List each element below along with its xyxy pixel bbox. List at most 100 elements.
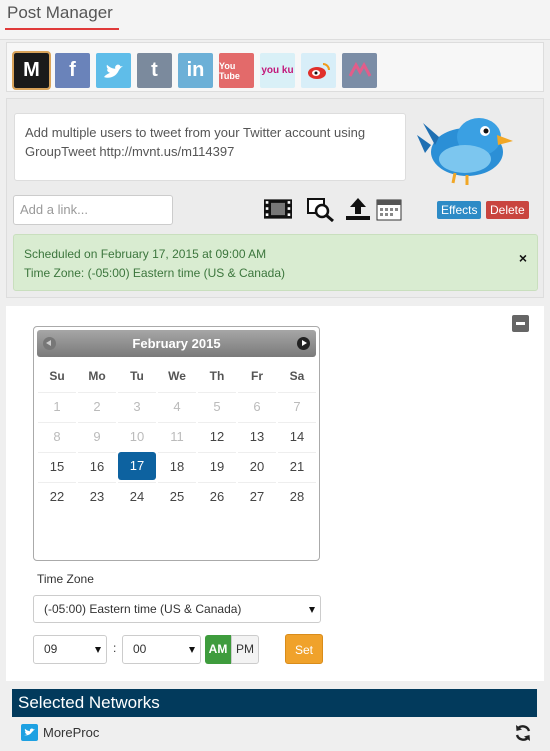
chevron-down-icon — [95, 647, 101, 653]
linkedin-icon[interactable]: in — [178, 53, 213, 88]
weekday-label: Th — [209, 369, 225, 383]
hour-select[interactable]: 09 — [33, 635, 107, 664]
network-account-name: MoreProc — [43, 725, 100, 740]
tumblr-icon[interactable]: t — [137, 53, 172, 88]
timezone-value: (-05:00) Eastern time (US & Canada) — [44, 602, 242, 616]
selected-networks-title: Selected Networks — [12, 689, 537, 717]
weekday-label: We — [168, 369, 186, 383]
calendar-day[interactable]: 23 — [78, 482, 116, 510]
schedule-alert: Scheduled on February 17, 2015 at 09:00 … — [13, 234, 538, 291]
twitter-icon[interactable] — [96, 53, 131, 88]
network-icon-label: f — [69, 59, 76, 81]
network-icon-label: you ku — [261, 65, 294, 76]
minute-select[interactable]: 00 — [122, 635, 201, 664]
calendar-icon[interactable] — [375, 196, 403, 222]
calendar-week-row: 15 16 17 18 19 20 21 — [37, 452, 317, 482]
schedule-timezone-text: Time Zone: (-05:00) Eastern time (US & C… — [24, 266, 285, 280]
calendar-week-row: 1234567 — [37, 392, 317, 422]
calendar-grid: Su Mo Tu We Th Fr Sa 1 2 3 4 5 6 7 8 9 10 11 12 13 14 15 16 17 1… — [37, 360, 317, 512]
chevron-down-icon — [309, 607, 315, 613]
image-search-icon[interactable] — [307, 196, 335, 222]
youtube-icon[interactable]: You Tube — [219, 53, 254, 88]
calendar-day: 1 — [38, 392, 76, 420]
selected-network-row: MoreProc — [12, 719, 537, 747]
weekday-label: Mo — [88, 369, 106, 383]
next-month-icon[interactable] — [297, 337, 310, 350]
weekday-label: Sa — [289, 369, 305, 383]
calendar-day[interactable]: 18 — [158, 452, 196, 480]
twitter-icon — [21, 724, 38, 741]
header: Post Manager — [0, 0, 550, 40]
composer-panel: Add multiple users to tweet from your Tw… — [6, 98, 544, 298]
calendar-day[interactable]: 16 — [78, 452, 116, 480]
calendar-day-selected[interactable]: 17 — [118, 452, 156, 480]
title-underline — [5, 28, 119, 30]
weekday-label: Tu — [130, 369, 144, 383]
calendar-day: 6 — [238, 392, 276, 420]
weekday-label: Su — [49, 369, 65, 383]
calendar-day[interactable]: 15 — [38, 452, 76, 480]
calendar-day[interactable]: 20 — [238, 452, 276, 480]
calendar-day: 4 — [158, 392, 196, 420]
timezone-label: Time Zone — [37, 572, 94, 586]
calendar-day[interactable]: 14 — [278, 422, 316, 450]
link-input[interactable]: Add a link... — [13, 195, 173, 225]
am-toggle[interactable]: AM — [205, 635, 231, 664]
calendar-day[interactable]: 22 — [38, 482, 76, 510]
calendar-day[interactable]: 12 — [198, 422, 236, 450]
calendar-week-row: 8 9 10 11 12 13 14 — [37, 422, 317, 452]
network-icon-label: in — [186, 59, 205, 81]
calendar-day: 7 — [278, 392, 316, 420]
date-picker-panel: February 2015 Su Mo Tu We Th Fr Sa 1 2 3 4 5 6 7 8 9 10 1… — [6, 306, 544, 681]
calendar-day: 2 — [78, 392, 116, 420]
prev-month-icon[interactable] — [43, 337, 56, 350]
calendar-day: 3 — [118, 392, 156, 420]
calendar-day: 11 — [158, 422, 196, 450]
schedule-date-text: Scheduled on February 17, 2015 at 09:00 … — [24, 247, 267, 261]
weibo-icon[interactable] — [301, 53, 336, 88]
calendar-day: 9 — [78, 422, 116, 450]
network-icon-label: t — [151, 59, 158, 81]
chevron-down-icon — [189, 647, 195, 653]
calendar-day[interactable]: 28 — [278, 482, 316, 510]
pm-toggle[interactable]: PM — [231, 635, 259, 664]
time-separator: : — [113, 641, 117, 655]
calendar-header: February 2015 — [37, 330, 316, 357]
weekday-row: Su Mo Tu We Th Fr Sa — [37, 360, 317, 392]
calendar-day[interactable]: 24 — [118, 482, 156, 510]
facebook-icon[interactable]: f — [55, 53, 90, 88]
calendar-day: 5 — [198, 392, 236, 420]
calendar-day: 10 — [118, 422, 156, 450]
calendar-week-row: 22 23 24 25 26 27 28 — [37, 482, 317, 512]
calendar-day[interactable]: 25 — [158, 482, 196, 510]
weekday-label: Fr — [251, 369, 263, 383]
msn-icon[interactable]: M — [12, 51, 51, 90]
calendar-day[interactable]: 27 — [238, 482, 276, 510]
effects-button[interactable]: Effects — [437, 201, 482, 219]
calendar-day[interactable]: 19 — [198, 452, 236, 480]
set-button[interactable]: Set — [285, 634, 323, 664]
timezone-select[interactable]: (-05:00) Eastern time (US & Canada) — [33, 595, 321, 623]
collapse-icon[interactable] — [512, 315, 529, 332]
calendar-day[interactable]: 26 — [198, 482, 236, 510]
network-bar: Mf t in You Tube you ku — [6, 42, 544, 92]
calendar-month-label: February 2015 — [132, 336, 221, 351]
network-icon-label: M — [23, 59, 40, 81]
mastodon-like-icon[interactable] — [342, 53, 377, 88]
hour-value: 09 — [44, 642, 58, 656]
message-textarea[interactable]: Add multiple users to tweet from your Tw… — [14, 113, 406, 181]
twitter-bird-icon — [417, 118, 513, 185]
calendar-day: 8 — [38, 422, 76, 450]
calendar: February 2015 Su Mo Tu We Th Fr Sa 1 2 3 4 5 6 7 8 9 10 1… — [33, 326, 320, 561]
upload-icon[interactable] — [344, 196, 372, 222]
delete-button[interactable]: Delete — [486, 201, 529, 219]
calendar-day[interactable]: 21 — [278, 452, 316, 480]
calendar-day[interactable]: 13 — [238, 422, 276, 450]
close-icon[interactable]: × — [519, 249, 527, 268]
refresh-icon[interactable] — [513, 723, 533, 743]
page-title: Post Manager — [7, 3, 113, 22]
minute-value: 00 — [133, 642, 147, 656]
youku-icon[interactable]: you ku — [260, 53, 295, 88]
video-icon[interactable] — [264, 196, 292, 222]
network-icon-label: You Tube — [219, 60, 240, 81]
